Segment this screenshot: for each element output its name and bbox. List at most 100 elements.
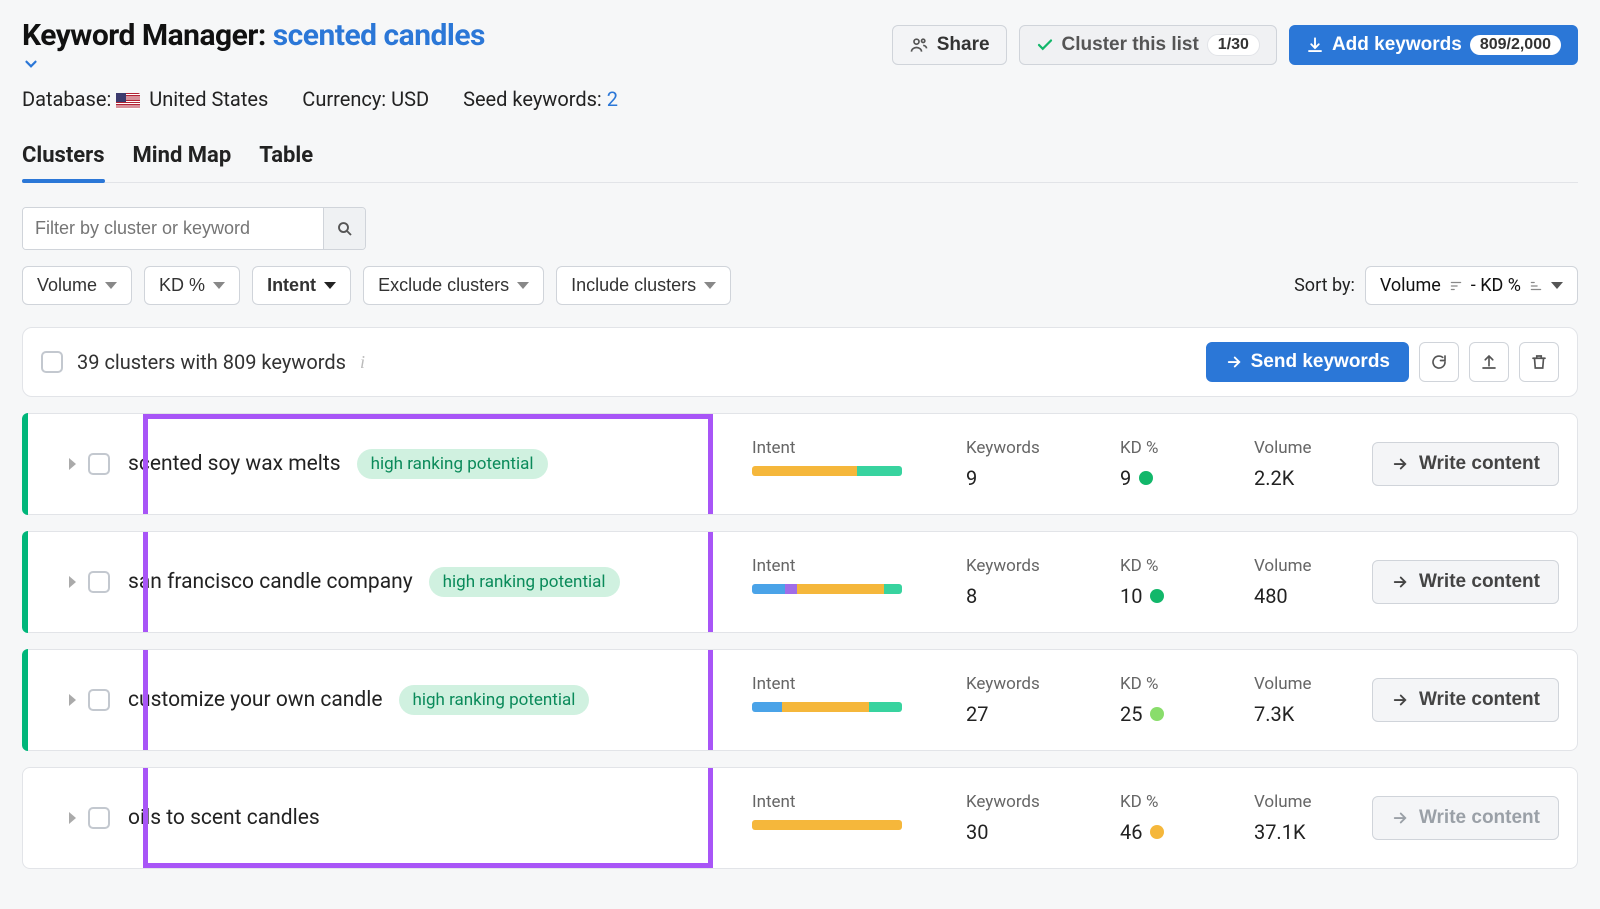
filter-exclude[interactable]: Exclude clusters xyxy=(363,266,544,305)
metric-kd: KD %46 xyxy=(1120,792,1200,844)
filter-row-1 xyxy=(22,207,1578,250)
arrow-right-icon xyxy=(1391,691,1409,709)
expand-toggle[interactable] xyxy=(69,809,76,828)
intent-segment xyxy=(857,466,902,476)
chevron-down-icon xyxy=(704,282,716,289)
page-title: Keyword Manager: scented candles xyxy=(22,18,485,71)
arrow-right-icon xyxy=(1391,455,1409,473)
filter-row-2: Volume KD % Intent Exclude clusters Incl… xyxy=(22,266,1578,305)
intent-segment xyxy=(797,584,884,594)
intent-segment xyxy=(785,584,797,594)
seed-keywords-link[interactable]: 2 xyxy=(607,87,618,111)
intent-segment xyxy=(782,702,869,712)
arrow-right-icon xyxy=(1391,573,1409,591)
accent-bar xyxy=(22,649,28,751)
delete-button[interactable] xyxy=(1519,342,1559,382)
metrics: IntentKeywords8KD %10 Volume480 xyxy=(752,556,1344,608)
intent-segment xyxy=(869,702,902,712)
search-button[interactable] xyxy=(323,208,365,249)
write-content-button[interactable]: Write content xyxy=(1372,678,1559,722)
export-button[interactable] xyxy=(1469,342,1509,382)
title-prefix: Keyword Manager: xyxy=(22,18,266,53)
cluster-row: san francisco candle company high ranking… xyxy=(22,531,1578,633)
write-content-button[interactable]: Write content xyxy=(1372,560,1559,604)
refresh-button[interactable] xyxy=(1419,342,1459,382)
share-label: Share xyxy=(937,34,990,56)
share-button[interactable]: Share xyxy=(892,25,1007,65)
chevron-down-icon xyxy=(1551,282,1563,289)
intent-segment xyxy=(752,820,902,830)
header-row: Keyword Manager: scented candles Share C… xyxy=(22,18,1578,71)
filter-input[interactable] xyxy=(23,208,323,249)
intent-bar xyxy=(752,466,902,476)
row-checkbox[interactable] xyxy=(88,453,110,475)
meta-database: Database: United States xyxy=(22,87,268,111)
meta-seed: Seed keywords: 2 xyxy=(463,87,618,111)
filter-kd[interactable]: KD % xyxy=(144,266,240,305)
cluster-name[interactable]: oils to scent candles xyxy=(128,806,320,830)
cluster-name[interactable]: customize your own candle xyxy=(128,688,383,712)
cluster-name[interactable]: scented soy wax melts xyxy=(128,452,341,476)
kd-dot-icon xyxy=(1139,471,1153,485)
summary-bar: 39 clusters with 809 keywords i Send key… xyxy=(22,327,1578,397)
intent-segment xyxy=(752,702,782,712)
filter-intent[interactable]: Intent xyxy=(252,266,351,305)
row-checkbox[interactable] xyxy=(88,571,110,593)
accent-bar xyxy=(22,413,28,515)
select-all-checkbox[interactable] xyxy=(41,351,63,373)
write-content-button[interactable]: Write content xyxy=(1372,796,1559,840)
metric-keywords: Keywords9 xyxy=(966,438,1066,490)
expand-toggle[interactable] xyxy=(69,573,76,592)
upload-icon xyxy=(1480,353,1498,371)
row-checkbox[interactable] xyxy=(88,807,110,829)
filter-volume[interactable]: Volume xyxy=(22,266,132,305)
metric-volume: Volume37.1K xyxy=(1254,792,1344,844)
intent-segment xyxy=(752,584,785,594)
chevron-down-icon[interactable] xyxy=(22,55,485,73)
metrics: IntentKeywords30KD %46 Volume37.1K xyxy=(752,792,1344,844)
send-keywords-button[interactable]: Send keywords xyxy=(1206,342,1409,382)
sort-button[interactable]: Volume - KD % xyxy=(1365,266,1578,305)
intent-bar xyxy=(752,820,902,830)
sort-by-label: Sort by: xyxy=(1294,275,1355,296)
view-tabs: Clusters Mind Map Table xyxy=(22,143,1578,183)
accent-bar xyxy=(22,767,28,869)
metric-label: Intent xyxy=(752,438,912,458)
chevron-right-icon xyxy=(69,576,76,588)
write-content-button[interactable]: Write content xyxy=(1372,442,1559,486)
list-name[interactable]: scented candles xyxy=(273,18,485,53)
intent-segment xyxy=(752,466,857,476)
add-keywords-button[interactable]: Add keywords 809/2,000 xyxy=(1289,25,1578,65)
accent-bar xyxy=(22,531,28,633)
ranking-potential-tag: high ranking potential xyxy=(399,685,590,715)
trash-icon xyxy=(1530,353,1548,371)
cluster-list-button[interactable]: Cluster this list 1/30 xyxy=(1019,25,1277,65)
filter-include[interactable]: Include clusters xyxy=(556,266,731,305)
tab-mindmap[interactable]: Mind Map xyxy=(133,143,232,182)
metric-kd: KD %25 xyxy=(1120,674,1200,726)
ranking-potential-tag: high ranking potential xyxy=(357,449,548,479)
tab-table[interactable]: Table xyxy=(259,143,313,182)
cluster-row: oils to scent candles IntentKeywords30KD … xyxy=(22,767,1578,869)
metric-label: Intent xyxy=(752,792,912,812)
expand-toggle[interactable] xyxy=(69,455,76,474)
chevron-down-icon xyxy=(324,282,336,289)
kd-dot-icon xyxy=(1150,707,1164,721)
chevron-down-icon xyxy=(213,282,225,289)
metric-intent: Intent xyxy=(752,438,912,476)
metric-volume: Volume7.3K xyxy=(1254,674,1344,726)
summary-text: 39 clusters with 809 keywords xyxy=(77,350,346,374)
row-checkbox[interactable] xyxy=(88,689,110,711)
metrics: IntentKeywords9KD %9 Volume2.2K xyxy=(752,438,1344,490)
metrics: IntentKeywords27KD %25 Volume7.3K xyxy=(752,674,1344,726)
metric-keywords: Keywords8 xyxy=(966,556,1066,608)
tab-clusters[interactable]: Clusters xyxy=(22,143,105,182)
info-icon[interactable]: i xyxy=(360,352,365,373)
clusters-list: scented soy wax melts high ranking potent… xyxy=(22,413,1578,869)
metric-volume: Volume480 xyxy=(1254,556,1344,608)
cluster-name[interactable]: san francisco candle company xyxy=(128,570,413,594)
sort-asc-icon xyxy=(1529,279,1543,293)
chevron-right-icon xyxy=(69,694,76,706)
expand-toggle[interactable] xyxy=(69,691,76,710)
ranking-potential-tag: high ranking potential xyxy=(429,567,620,597)
